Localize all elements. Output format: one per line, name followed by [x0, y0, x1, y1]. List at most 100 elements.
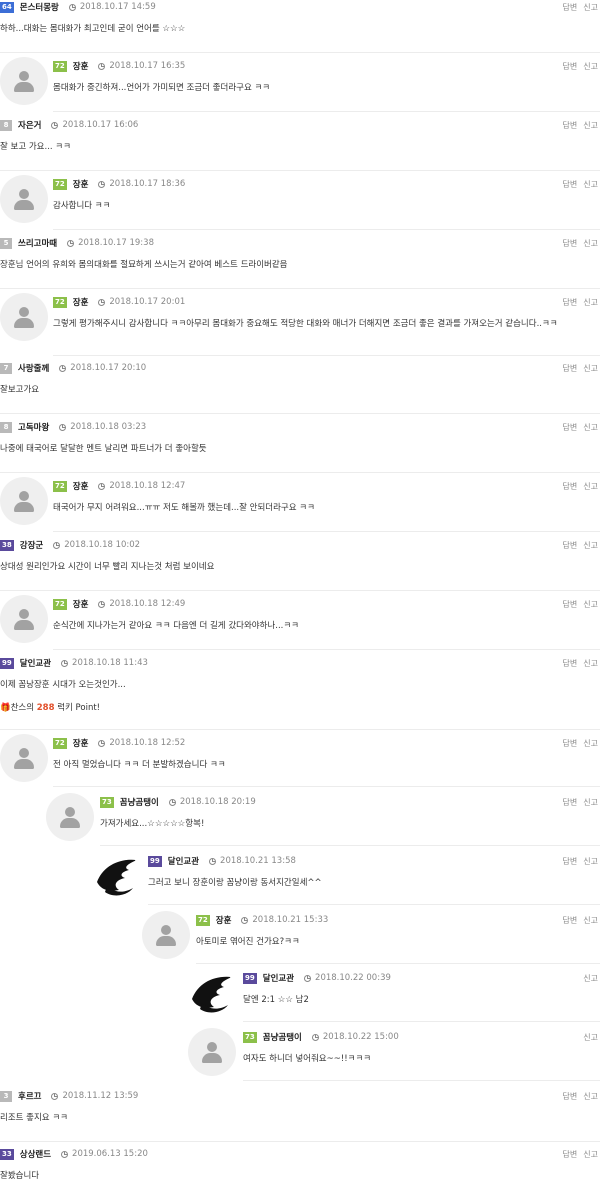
- comment-reply: 72 장훈 2018.10.17 18:36 답변 신고 감사합니다 ㅋㅋ: [53, 177, 600, 230]
- comment-reply: 72 장훈 2018.10.17 16:35 답변 신고 몸대화가 중긴하져...언어…: [53, 59, 600, 112]
- avatar: [0, 734, 48, 782]
- level-badge: 72: [53, 60, 67, 72]
- wing-avatar-icon: [97, 859, 137, 896]
- clock-icon: [168, 798, 176, 806]
- reply-button[interactable]: 답변: [563, 797, 578, 808]
- comment-date: 2018.10.22 15:00: [322, 1032, 399, 1042]
- report-button[interactable]: 신고: [583, 540, 598, 551]
- clock-icon: [311, 1033, 319, 1041]
- reply-button[interactable]: 답변: [563, 915, 578, 926]
- avatar: [188, 969, 236, 1017]
- comment-author[interactable]: 후르끄: [18, 1090, 41, 1102]
- comment-date: 2018.10.18 11:43: [72, 658, 148, 668]
- comment-author[interactable]: 몬스터몽랑: [20, 1, 59, 13]
- report-button[interactable]: 신고: [583, 179, 598, 190]
- report-button[interactable]: 신고: [583, 738, 598, 749]
- comment-text: 나중에 태국어로 달달한 멘트 날리면 파트너가 더 좋아할듯: [0, 444, 207, 454]
- clock-icon: [61, 1150, 69, 1158]
- comment-author[interactable]: 장훈: [216, 914, 232, 926]
- reply-button[interactable]: 답변: [563, 120, 578, 131]
- reply-button[interactable]: 답변: [563, 1149, 578, 1160]
- comment-date: 2018.10.17 19:38: [78, 238, 154, 248]
- reply-button[interactable]: 답변: [563, 1091, 578, 1102]
- avatar: [0, 477, 48, 525]
- reply-button[interactable]: 답변: [563, 179, 578, 190]
- comment-item: 8 고독마왕 2018.10.18 03:23 답변 신고 나중에 태국어로 달달한 …: [0, 420, 600, 473]
- comment-author[interactable]: 장훈: [73, 598, 89, 610]
- comment-author[interactable]: 쓰리고마때: [18, 237, 57, 249]
- reply-button[interactable]: 답변: [563, 481, 578, 492]
- report-button[interactable]: 신고: [583, 797, 598, 808]
- avatar: [93, 852, 141, 900]
- report-button[interactable]: 신고: [583, 658, 598, 669]
- comment-item: 3 후르끄 2018.11.12 13:59 답변 신고 리조트 좋지요 ㅋㅋ: [0, 1089, 600, 1142]
- level-badge: 72: [53, 480, 67, 492]
- comment-author[interactable]: 장훈: [73, 480, 89, 492]
- comment-author[interactable]: 강장군: [20, 539, 43, 551]
- comment-author[interactable]: 달인교관: [20, 657, 51, 669]
- comment-author[interactable]: 장훈: [73, 737, 89, 749]
- comment-author[interactable]: 상상랜드: [20, 1148, 51, 1160]
- report-button[interactable]: 신고: [583, 1032, 598, 1043]
- reply-button[interactable]: 답변: [563, 422, 578, 433]
- reply-button[interactable]: 답변: [563, 738, 578, 749]
- comment-author[interactable]: 장훈: [73, 178, 89, 190]
- report-button[interactable]: 신고: [583, 120, 598, 131]
- comment-text: 몸대화가 중긴하져...언어가 가미되면 조금더 좋더라구요 ㅋㅋ: [53, 83, 271, 93]
- reply-button[interactable]: 답변: [563, 238, 578, 249]
- report-button[interactable]: 신고: [583, 238, 598, 249]
- avatar: [142, 911, 190, 959]
- comment-text: 전 아직 멀었습니다 ㅋㅋ 더 분발하겠습니다 ㅋㅋ: [53, 760, 226, 770]
- comment-item: 8 자은거 2018.10.17 16:06 답변 신고 잘 보고 가요... ㅋㅋ: [0, 118, 600, 171]
- comment-author[interactable]: 장훈: [73, 296, 89, 308]
- report-button[interactable]: 신고: [583, 1149, 598, 1160]
- lucky-point-notice: 🎁찬스의 288 럭키 Point!: [0, 703, 101, 713]
- comment-text: 잘 보고 가요... ㅋㅋ: [0, 142, 71, 152]
- report-button[interactable]: 신고: [583, 856, 598, 867]
- comment-author[interactable]: 장훈: [73, 60, 89, 72]
- comment-item: 99 달인교관 2018.10.18 11:43 답변 신고 이제 꼼낭장훈 시대가 …: [0, 656, 600, 730]
- comment-author[interactable]: 달인교관: [168, 855, 199, 867]
- report-button[interactable]: 신고: [583, 599, 598, 610]
- comment-author[interactable]: 자은거: [18, 119, 41, 131]
- report-button[interactable]: 신고: [583, 1091, 598, 1102]
- reply-button[interactable]: 답변: [563, 297, 578, 308]
- avatar: [0, 293, 48, 341]
- clock-icon: [59, 423, 67, 431]
- report-button[interactable]: 신고: [583, 422, 598, 433]
- reply-button[interactable]: 답변: [563, 363, 578, 374]
- reply-button[interactable]: 답변: [563, 540, 578, 551]
- level-badge: 99: [148, 855, 162, 867]
- report-button[interactable]: 신고: [583, 481, 598, 492]
- report-button[interactable]: 신고: [583, 2, 598, 13]
- comment-author[interactable]: 꼼냥곰탱이: [263, 1031, 302, 1043]
- avatar: [0, 595, 48, 643]
- reply-button[interactable]: 답변: [563, 599, 578, 610]
- level-badge: 33: [0, 1148, 14, 1160]
- reply-button[interactable]: 답변: [563, 658, 578, 669]
- comment-date: 2018.11.12 13:59: [62, 1091, 139, 1101]
- comment-author[interactable]: 꼼냥곰탱이: [120, 796, 159, 808]
- comment-author[interactable]: 고독마왕: [18, 421, 49, 433]
- comment-author[interactable]: 달인교관: [263, 972, 294, 984]
- comment-date: 2018.10.21 15:33: [252, 915, 329, 925]
- reply-button[interactable]: 답변: [563, 856, 578, 867]
- reply-button[interactable]: 답변: [563, 2, 578, 13]
- comment-text: 아토미로 엮어진 건가요?ㅋㅋ: [196, 937, 300, 947]
- comment-date: 2019.06.13 15:20: [72, 1149, 148, 1159]
- report-button[interactable]: 신고: [583, 61, 598, 72]
- comment-item: 33 상상랜드 2019.06.13 15:20 답변 신고 잘봤습니다: [0, 1147, 600, 1191]
- report-button[interactable]: 신고: [583, 297, 598, 308]
- comment-reply: 72 장훈 2018.10.17 20:01 답변 신고 그렇게 평가해주시니 감사합…: [53, 295, 600, 356]
- comment-text: 순식간에 지나가는거 같아요 ㅋㅋ 다음엔 더 길게 갔다와야하나...ㅋㅋ: [53, 621, 299, 631]
- clock-icon: [98, 482, 106, 490]
- comment-reply: 72 장훈 2018.10.18 12:52 답변 신고 전 아직 멀었습니다 ㅋㅋ …: [53, 736, 600, 787]
- comment-author[interactable]: 사랑줄께: [18, 362, 49, 374]
- clock-icon: [61, 659, 69, 667]
- report-button[interactable]: 신고: [583, 363, 598, 374]
- report-button[interactable]: 신고: [583, 973, 598, 984]
- level-badge: 8: [0, 119, 12, 131]
- level-badge: 99: [243, 972, 257, 984]
- reply-button[interactable]: 답변: [563, 61, 578, 72]
- report-button[interactable]: 신고: [583, 915, 598, 926]
